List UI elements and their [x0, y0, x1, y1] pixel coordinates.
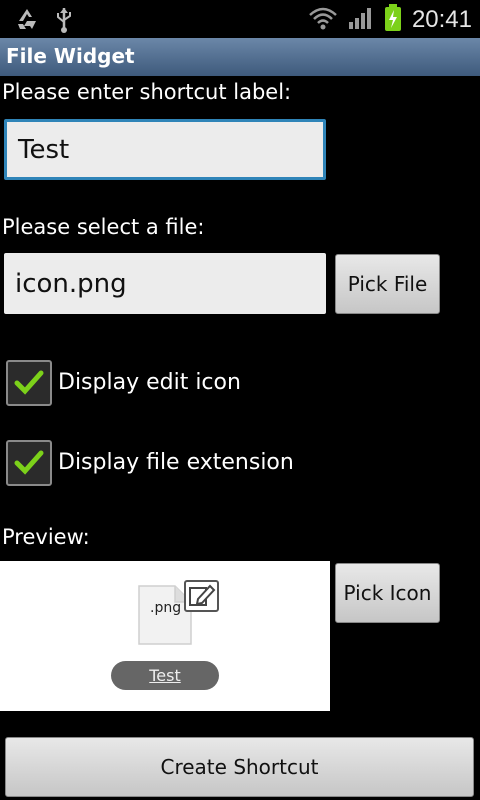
create-shortcut-button[interactable]: Create Shortcut	[5, 737, 474, 797]
shortcut-label-input[interactable]: Test	[4, 119, 326, 180]
title-bar: File Widget	[0, 38, 480, 76]
recycle-icon	[14, 7, 40, 37]
wifi-icon	[308, 6, 338, 34]
battery-charging-icon	[384, 4, 402, 36]
shortcut-label-value: Test	[18, 134, 70, 165]
edit-icon	[184, 580, 219, 612]
file-input[interactable]: icon.png	[4, 253, 326, 314]
clock: 20:41	[411, 6, 472, 33]
signal-icon	[348, 6, 374, 34]
preview-shortcut-label: Test	[111, 661, 219, 690]
edit-icon-checkbox[interactable]	[6, 360, 52, 406]
status-bar: 20:41	[0, 0, 480, 38]
pick-file-button[interactable]: Pick File	[335, 254, 440, 314]
usb-icon	[54, 6, 74, 38]
shortcut-label-prompt: Please enter shortcut label:	[2, 80, 292, 104]
edit-icon-checkbox-label[interactable]: Display edit icon	[58, 370, 241, 395]
check-icon	[14, 370, 44, 395]
preview-label: Preview:	[2, 525, 90, 549]
file-extension-checkbox[interactable]	[6, 440, 52, 486]
file-value: icon.png	[15, 268, 127, 299]
pick-icon-button[interactable]: Pick Icon	[335, 563, 440, 623]
file-prompt: Please select a file:	[2, 215, 205, 239]
check-icon	[14, 450, 44, 475]
file-extension-checkbox-label[interactable]: Display file extension	[58, 450, 294, 475]
preview-extension: .png	[150, 600, 182, 616]
app-title: File Widget	[6, 44, 135, 68]
